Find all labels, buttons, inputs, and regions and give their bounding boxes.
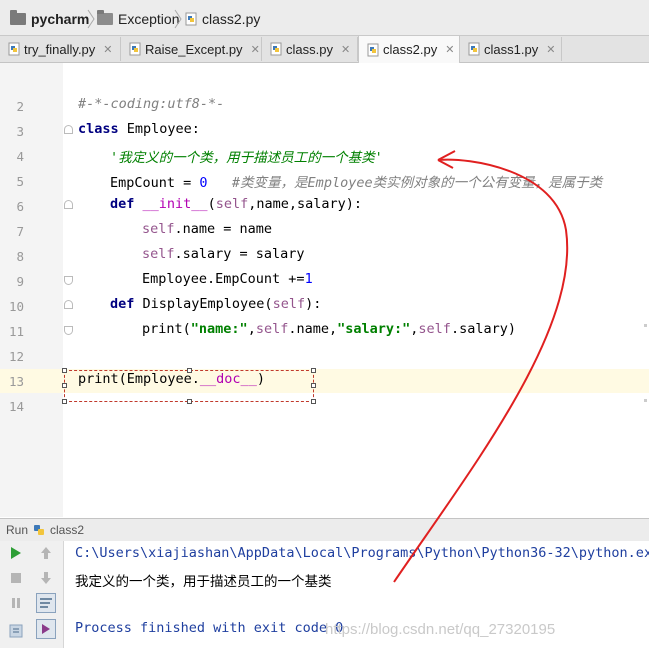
annotation-arrow [393,150,569,583]
